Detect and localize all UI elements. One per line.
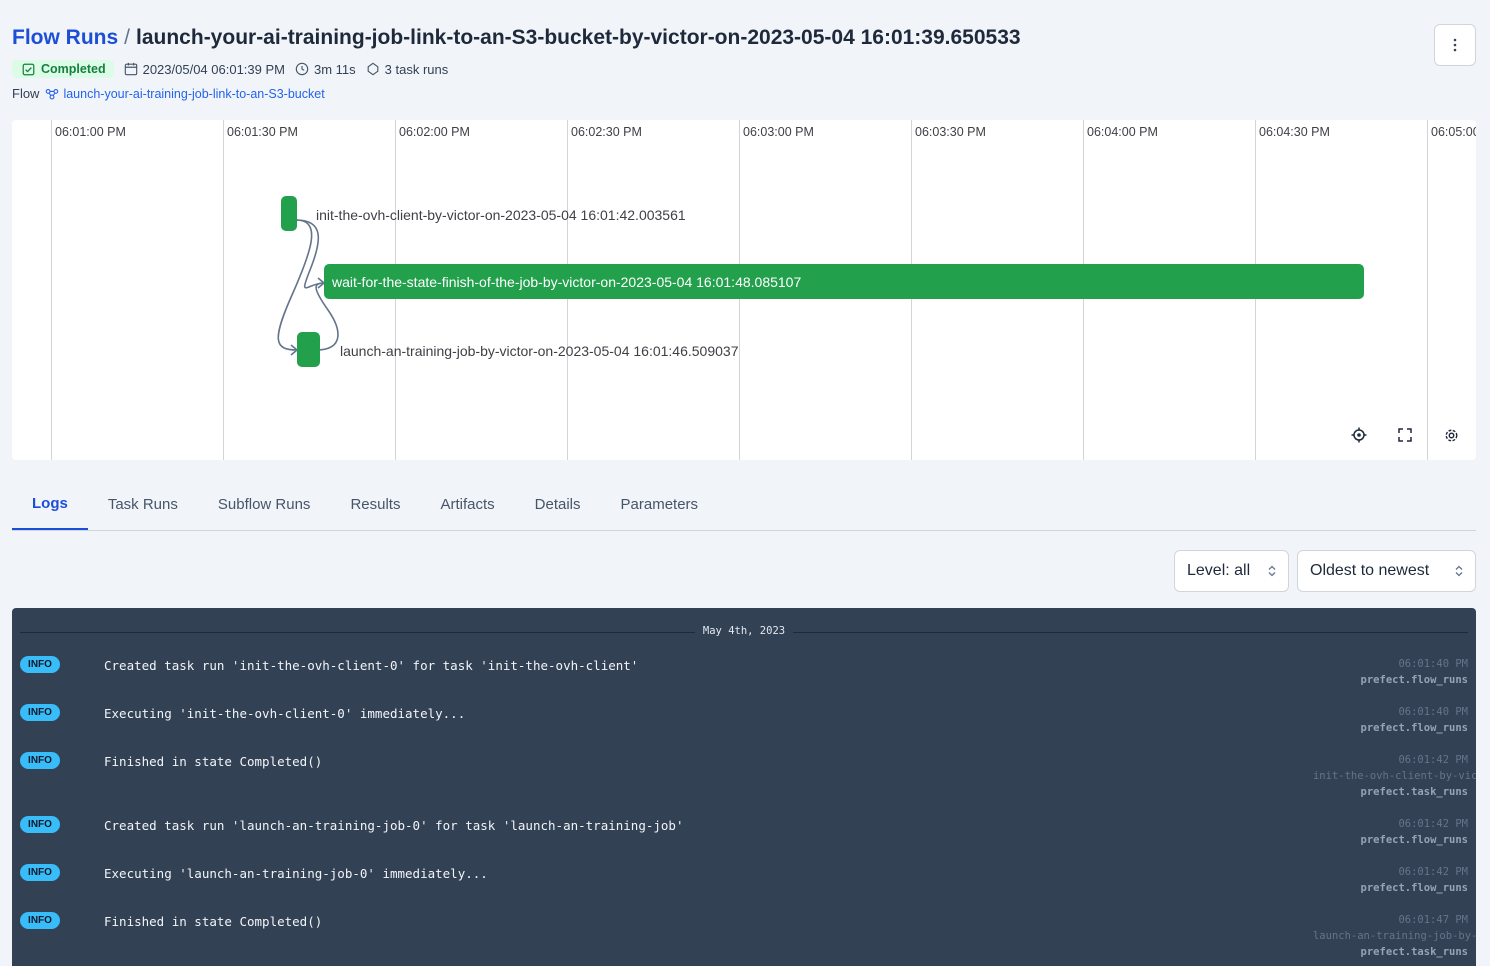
settings-icon [1445,429,1457,441]
log-meta: 06:01:40 PM prefect.flow_runs [1361,656,1468,688]
clock-icon [295,62,309,76]
log-message: Finished in state Completed() [104,754,323,769]
fullscreen-button[interactable] [1394,424,1416,446]
log-sort-select[interactable]: Oldest to newest [1297,550,1476,592]
task-run-count-text: 3 task runs [384,61,449,77]
edge-init-to-launch [277,219,313,351]
tab-parameters[interactable]: Parameters [601,478,719,530]
breadcrumb-flow-runs[interactable]: Flow Runs [12,26,118,49]
run-timeline[interactable]: 06:01:00 PM 06:01:30 PM 06:02:00 PM 06:02:3… [12,120,1476,460]
tab-results[interactable]: Results [330,478,420,530]
start-time: 2023/05/04 06:01:39 PM [124,62,285,77]
task-label-launch: launch-an-training-job-by-victor-on-2023… [340,343,739,359]
log-level-select[interactable]: Level: all [1174,550,1289,592]
status-badge: Completed [12,60,114,78]
page-title: Flow Runs / launch-your-ai-training-job-li… [12,22,1430,54]
task-node-launch[interactable] [297,332,320,367]
log-source: prefect.task_runs [1360,786,1468,798]
log-source: prefect.flow_runs [1360,674,1468,686]
task-run-count: 3 task runs [366,61,449,77]
log-time: 06:01:42 PM [1398,866,1468,878]
tab-subflow-runs[interactable]: Subflow Runs [198,478,331,530]
tab-task-runs[interactable]: Task Runs [88,478,198,530]
log-source: prefect.task_runs [1360,946,1468,958]
task-label-init: init-the-ovh-client-by-victor-on-2023-05… [316,207,686,223]
log-message: Executing 'init-the-ovh-client-0' immedi… [104,706,466,721]
task-node-init[interactable] [281,196,297,231]
task-run-icon [367,62,379,76]
log-level-value: Level: all [1187,562,1251,579]
log-level-badge: INFO [20,864,60,881]
log-meta: 06:01:40 PM prefect.flow_runs [1361,704,1468,736]
log-meta: 06:01:42 PM prefect.flow_runs [1361,864,1468,896]
recenter-icon [1351,427,1367,443]
log-sort-value: Oldest to newest [1310,562,1430,579]
tab-details[interactable]: Details [515,478,601,530]
tab-artifacts[interactable]: Artifacts [420,478,514,530]
fullscreen-icon [1398,428,1412,442]
more-actions-button[interactable] [1434,24,1476,66]
flow-label: Flow [12,86,40,101]
flow-run-name: launch-your-ai-training-job-link-to-an-S… [136,26,1021,49]
log-level-badge: INFO [20,704,60,721]
log-message: Created task run 'init-the-ovh-client-0'… [104,658,639,673]
status-text: Completed [41,62,106,76]
flow-icon [46,88,59,99]
duration-text: 3m 11s [313,61,356,77]
log-meta: 06:01:42 PM prefect.flow_runs [1361,816,1468,848]
breadcrumb-separator: / [124,26,131,49]
start-time-text: 2023/05/04 06:01:39 PM [142,61,285,77]
log-message: Finished in state Completed() [104,914,323,929]
log-date: May 4th, 2023 [694,625,794,637]
duration: 3m 11s [295,62,356,77]
calendar-icon [124,62,137,76]
task-node-wait[interactable]: wait-for-the-state-finish-of-the-job-by-… [324,264,1364,299]
more-vertical-icon [1453,38,1457,52]
log-level-badge: INFO [20,816,60,833]
log-source: prefect.flow_runs [1360,722,1468,734]
log-task-name[interactable]: launch-an-training-job-by-vi [1313,928,1476,944]
flow-link[interactable]: launch-your-ai-training-job-link-to-an-S… [45,86,325,101]
log-meta: 06:01:47 PM launch-an-training-job-by-vi p… [1313,912,1476,960]
log-source: prefect.flow_runs [1360,834,1468,846]
chevron-up-down-icon [1455,565,1463,577]
log-time: 06:01:42 PM [1398,754,1468,766]
log-time: 06:01:40 PM [1398,658,1468,670]
recenter-button[interactable] [1348,424,1370,446]
log-task-name[interactable]: init-the-ovh-client-by-victo [1313,768,1476,784]
tab-bar: Logs Task Runs Subflow Runs Results Arti… [12,478,1476,531]
tab-logs[interactable]: Logs [12,478,88,530]
log-level-badge: INFO [20,752,60,769]
log-level-badge: INFO [20,656,60,673]
log-message: Created task run 'launch-an-training-job… [104,818,684,833]
log-level-badge: INFO [20,912,60,929]
run-meta: Completed 2023/05/04 06:01:39 PM 3m 11s … [12,60,1430,78]
log-message: Executing 'launch-an-training-job-0' imm… [104,866,488,881]
log-meta: 06:01:42 PM init-the-ovh-client-by-victo p… [1313,752,1476,800]
timeline-settings-button[interactable] [1440,424,1462,446]
flow-name: launch-your-ai-training-job-link-to-an-S… [63,86,325,101]
log-time: 06:01:47 PM [1398,914,1468,926]
log-time: 06:01:42 PM [1398,818,1468,830]
check-square-icon [22,63,35,75]
task-label-wait: wait-for-the-state-finish-of-the-job-by-… [332,274,802,290]
log-panel[interactable]: May 4th, 2023 INFO Created task run 'init… [12,608,1476,966]
log-source: prefect.flow_runs [1360,882,1468,894]
chevron-up-down-icon [1268,565,1276,577]
log-time: 06:01:40 PM [1398,706,1468,718]
page-header: Flow Runs / launch-your-ai-training-job-li… [12,22,1430,101]
flow-row: Flow launch-your-ai-training-job-link-to… [12,86,1430,101]
